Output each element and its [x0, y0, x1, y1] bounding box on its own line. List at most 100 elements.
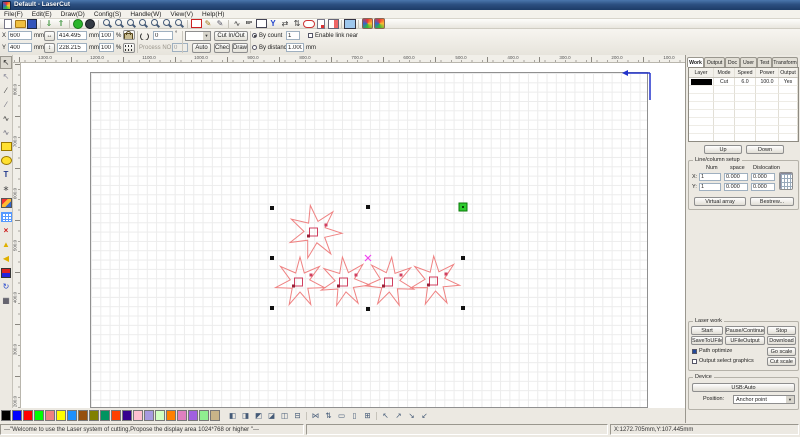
bestrew-button[interactable]: Bestrew...: [750, 197, 794, 206]
tab-user[interactable]: User: [740, 57, 757, 67]
align-left-icon[interactable]: ◧: [226, 410, 239, 422]
stop-button[interactable]: Stop: [767, 326, 796, 335]
palette-color-17[interactable]: [188, 410, 198, 421]
preset-dropdown[interactable]: [185, 31, 211, 41]
drawing-canvas[interactable]: [21, 63, 685, 408]
zoom-in-button-icon[interactable]: [72, 19, 84, 29]
selection-handle[interactable]: [366, 307, 370, 311]
menu-item-file[interactable]: File(F): [4, 10, 23, 19]
palette-color-15[interactable]: [166, 410, 176, 421]
layer-down-button[interactable]: Down: [746, 145, 784, 154]
tab-test[interactable]: Test: [757, 57, 772, 67]
ellipse-tool-icon[interactable]: [0, 154, 12, 167]
zoom-all-icon[interactable]: [137, 19, 149, 29]
output-select-checkbox[interactable]: [692, 359, 697, 364]
menu-item-handle[interactable]: Handle(W): [130, 10, 161, 19]
flip-horizontal-icon[interactable]: ⇄: [279, 19, 291, 29]
x-position-input[interactable]: [8, 31, 32, 40]
usb-auto-button[interactable]: USB:Auto: [692, 383, 795, 392]
swap-y-button[interactable]: ↕: [44, 43, 55, 53]
palette-color-13[interactable]: [144, 410, 154, 421]
title-bar[interactable]: Default - LaserCut: [0, 0, 800, 10]
array-preview-button[interactable]: [779, 172, 793, 190]
menu-item-view[interactable]: View(V): [170, 10, 193, 19]
palette-color-7[interactable]: [78, 410, 88, 421]
mirror-horizontal-icon[interactable]: ⋈: [309, 410, 322, 422]
align-bottom-icon[interactable]: ◪: [265, 410, 278, 422]
align-center-horizontal-icon[interactable]: ◫: [278, 410, 291, 422]
grid-tool-icon[interactable]: [0, 210, 12, 223]
rotate-angle-input[interactable]: [153, 31, 173, 40]
rotate-button[interactable]: [139, 31, 151, 41]
tab-output[interactable]: Output: [704, 57, 725, 67]
star-shape[interactable]: [290, 205, 342, 258]
y-position-input[interactable]: [8, 43, 32, 52]
by-distance-input[interactable]: [286, 43, 304, 52]
palette-color-2[interactable]: [23, 410, 33, 421]
path-optimize-checkbox[interactable]: [692, 349, 697, 354]
swap-x-button[interactable]: ↔: [44, 31, 55, 41]
zoom-window-icon[interactable]: [101, 19, 113, 29]
menu-item-draw[interactable]: Draw(D): [61, 10, 85, 19]
layer-up-button[interactable]: Up: [704, 145, 742, 154]
export-device-icon[interactable]: ⇑: [55, 19, 67, 29]
start-button[interactable]: Start: [691, 326, 723, 335]
monitor-icon[interactable]: [344, 19, 356, 29]
palette-color-1[interactable]: [12, 410, 22, 421]
origin-top-left-icon[interactable]: ↖: [379, 410, 392, 422]
rectangle-tool-icon[interactable]: [0, 140, 12, 153]
palette-color-0[interactable]: [1, 410, 11, 421]
tab-transform[interactable]: Transform: [772, 57, 798, 67]
origin-bottom-left-icon[interactable]: ↙: [418, 410, 431, 422]
align-top-icon[interactable]: ◩: [252, 410, 265, 422]
palette-color-14[interactable]: [155, 410, 165, 421]
selection-handle[interactable]: [270, 306, 274, 310]
array-tool-icon[interactable]: ▦: [0, 294, 12, 307]
delete-tool-icon[interactable]: ×: [0, 224, 12, 237]
menu-item-help[interactable]: Help(H): [202, 10, 224, 19]
check-button[interactable]: Check: [214, 43, 230, 53]
pause-continue-button[interactable]: Pause/Continue: [725, 326, 765, 335]
array-grid-icon[interactable]: ⊞: [361, 410, 374, 422]
palette-color-10[interactable]: [111, 410, 121, 421]
origin-top-right-icon[interactable]: ↗: [392, 410, 405, 422]
palette-color-5[interactable]: [56, 410, 66, 421]
spline-tool-icon[interactable]: ∿: [0, 126, 12, 139]
node-select-tool-icon[interactable]: ↖: [0, 70, 12, 83]
doc-output-icon[interactable]: [315, 19, 327, 29]
rotate-tool-icon[interactable]: ↻: [0, 280, 12, 293]
new-file-icon[interactable]: [2, 19, 14, 29]
zoom-select-icon[interactable]: [149, 19, 161, 29]
by-distance-radio[interactable]: [252, 45, 257, 50]
star-shape[interactable]: [411, 256, 460, 304]
auto-button[interactable]: Auto: [192, 43, 211, 53]
origin-bottom-right-icon[interactable]: ↘: [405, 410, 418, 422]
mirror-vertical-icon[interactable]: ⇅: [322, 410, 335, 422]
zoom-minus-icon[interactable]: [125, 19, 137, 29]
align-center-vertical-icon[interactable]: ⊟: [291, 410, 304, 422]
rect-shape-icon[interactable]: [255, 19, 267, 29]
palette-color-18[interactable]: [199, 410, 209, 421]
zoom-plus-icon[interactable]: [113, 19, 125, 29]
node-edit-icon[interactable]: ✎: [202, 19, 214, 29]
node-tree-icon[interactable]: Y: [267, 19, 279, 29]
menu-item-config[interactable]: Config(S): [94, 10, 121, 19]
tab-doc[interactable]: Doc: [725, 57, 740, 67]
mirror-vertical-tool-icon[interactable]: ▲: [0, 238, 12, 251]
x-dislocation-input[interactable]: [751, 173, 775, 181]
y-dislocation-input[interactable]: [751, 183, 775, 191]
star-shape[interactable]: [276, 257, 325, 305]
x-size-input[interactable]: [57, 31, 87, 40]
go-scale-button[interactable]: Go scale: [767, 347, 796, 356]
palette-color-3[interactable]: [34, 410, 44, 421]
draw-button[interactable]: Draw: [232, 43, 248, 53]
anchor-position-button[interactable]: [123, 43, 135, 53]
y-scale-input[interactable]: [99, 43, 114, 52]
zoom-page-icon[interactable]: [161, 19, 173, 29]
zoom-out-button-icon[interactable]: [84, 19, 96, 29]
curve-line-tool-icon[interactable]: ∿: [0, 112, 12, 125]
star-tool-icon[interactable]: ∗: [0, 182, 12, 195]
cut-inout-button[interactable]: Cut In/Out: [214, 31, 248, 41]
x-space-input[interactable]: [724, 173, 748, 181]
lock-ratio-button[interactable]: [123, 30, 135, 40]
